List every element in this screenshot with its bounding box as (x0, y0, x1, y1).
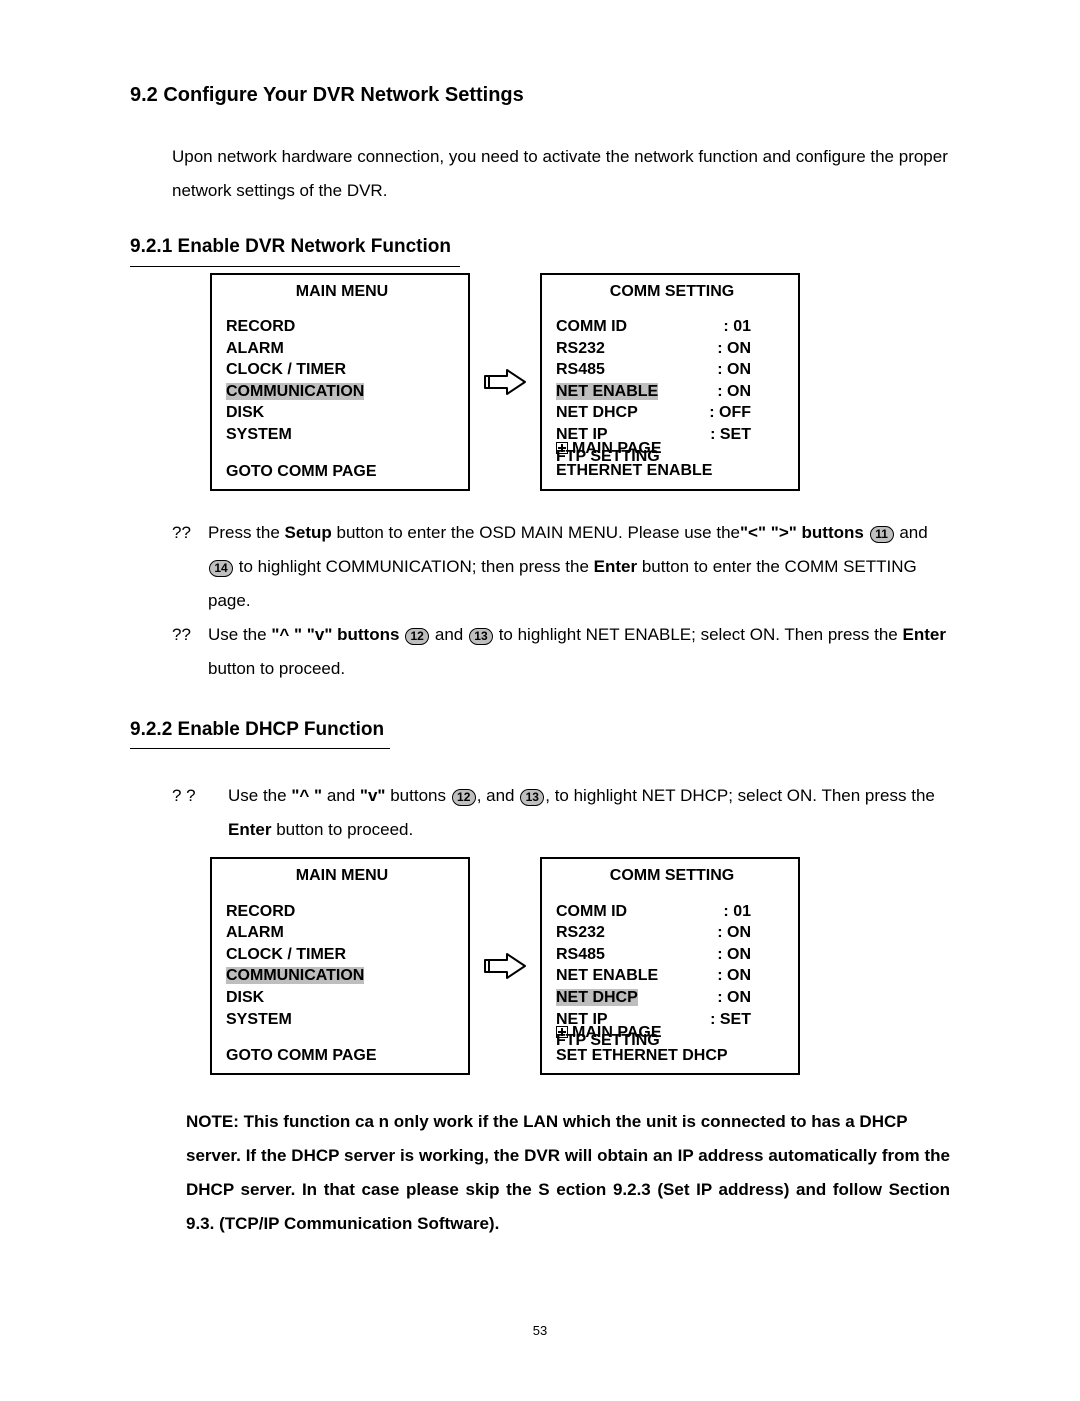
inst-text: and (899, 523, 927, 542)
goto-comm-page: GOTO COMM PAGE (226, 461, 377, 483)
comm-setting-box-2: COMM SETTING COMM ID : 01 RS232 : ON RS485… (540, 857, 800, 1075)
net-ip-val: : SET (710, 424, 751, 446)
comm-setting-box-1: COMM SETTING COMM ID : 01 RS232 : ON RS485… (540, 273, 800, 491)
inst-bold: "v" (360, 786, 386, 805)
menu-item-disk: DISK (226, 402, 458, 424)
ethernet-enable-foot: ETHERNET ENABLE (556, 460, 712, 482)
subsection-heading-921: 9.2.1 Enable DVR Network Function (130, 233, 460, 267)
inst-text: , and (477, 786, 520, 805)
arrow-right-icon (470, 951, 540, 981)
inst-bold: "<" ">" buttons (740, 523, 864, 542)
subsection-heading-922: 9.2.2 Enable DHCP Function (130, 716, 390, 750)
menu-item-record: RECORD (226, 901, 458, 923)
inst-bold: "^ " "v" buttons (271, 625, 399, 644)
comm-setting-title: COMM SETTING (556, 865, 788, 887)
inst-bold: "^ " (291, 786, 322, 805)
main-menu-box-1: MAIN MENU RECORD ALARM CLOCK / TIMER COM… (210, 273, 470, 491)
rs485-label: RS485 (556, 944, 605, 966)
section-heading: 9.2 Configure Your DVR Network Settings (130, 80, 950, 110)
inst-text: , to highlight NET DHCP; select ON. Then… (545, 786, 935, 805)
inst-text: buttons (385, 786, 450, 805)
inst-text: to highlight COMMUNICATION; then press t… (234, 557, 594, 576)
inst-text: button to proceed. (271, 820, 413, 839)
rs485-val: : ON (717, 359, 751, 381)
arrow-right-icon (470, 367, 540, 397)
rs232-label: RS232 (556, 922, 605, 944)
inst-text: and (322, 786, 360, 805)
note-line: server. If the DHCP server is working, t… (186, 1139, 950, 1241)
inst-text: Use the (228, 786, 291, 805)
comm-id-label: COMM ID (556, 901, 627, 923)
rs485-label: RS485 (556, 359, 605, 381)
menu-item-communication-hl: COMMUNICATION (226, 383, 364, 400)
set-ethernet-dhcp-foot: SET ETHERNET DHCP (556, 1045, 728, 1067)
net-dhcp-val: : OFF (709, 402, 751, 424)
inst-bold: Enter (594, 557, 637, 576)
menu-item-alarm: ALARM (226, 922, 458, 944)
comm-id-val: : 01 (723, 901, 751, 923)
inst-text: to highlight NET ENABLE; select ON. Then… (494, 625, 903, 644)
inst-bold: Enter (902, 625, 945, 644)
menu-item-record: RECORD (226, 316, 458, 338)
comm-id-val: : 01 (723, 316, 751, 338)
intro-paragraph: Upon network hardware connection, you ne… (172, 140, 950, 208)
menu-item-clock: CLOCK / TIMER (226, 944, 458, 966)
inst-text: and (430, 625, 468, 644)
net-enable-label-hl: NET ENABLE (556, 383, 658, 400)
menu-diagram-2: MAIN MENU RECORD ALARM CLOCK / TIMER COM… (210, 857, 950, 1075)
bullet-icon: ? ? (172, 779, 228, 847)
net-dhcp-val: : ON (717, 987, 751, 1009)
key-badge-12: 12 (452, 789, 476, 806)
instruction-list-921: ?? Press the Setup button to enter the O… (172, 516, 950, 686)
key-badge-11: 11 (870, 526, 894, 543)
bullet-icon: ?? (172, 618, 208, 686)
menu-item-alarm: ALARM (226, 338, 458, 360)
bullet-icon: ?? (172, 516, 208, 618)
key-badge-14: 14 (209, 560, 233, 577)
menu-diagram-1: MAIN MENU RECORD ALARM CLOCK / TIMER COM… (210, 273, 950, 491)
net-enable-val: : ON (717, 381, 751, 403)
menu-item-system: SYSTEM (226, 424, 458, 446)
main-menu-box-2: MAIN MENU RECORD ALARM CLOCK / TIMER COM… (210, 857, 470, 1075)
comm-setting-title: COMM SETTING (556, 281, 788, 303)
inst-text: Press the (208, 523, 285, 542)
menu-item-clock: CLOCK / TIMER (226, 359, 458, 381)
net-dhcp-label: NET DHCP (556, 402, 638, 424)
note-line: NOTE: This function ca n only work if th… (186, 1112, 908, 1131)
menu-item-disk: DISK (226, 987, 458, 1009)
menu-item-system: SYSTEM (226, 1009, 458, 1031)
inst-bold: Setup (285, 523, 332, 542)
main-menu-title: MAIN MENU (226, 281, 458, 303)
key-badge-13: 13 (520, 789, 544, 806)
main-page-label: MAIN PAGE (572, 1024, 661, 1041)
plus-box-icon (556, 1026, 568, 1038)
plus-box-icon (556, 442, 568, 454)
note-paragraph: NOTE: This function ca n only work if th… (130, 1105, 950, 1241)
net-enable-label: NET ENABLE (556, 965, 658, 987)
rs485-val: : ON (717, 944, 751, 966)
net-dhcp-label-hl: NET DHCP (556, 989, 638, 1006)
inst-text: button to enter the OSD MAIN MENU. Pleas… (332, 523, 740, 542)
net-enable-val: : ON (717, 965, 751, 987)
rs232-label: RS232 (556, 338, 605, 360)
inst-text: Use the (208, 625, 271, 644)
instruction-list-922: ? ? Use the "^ " and "v" buttons 12, and… (172, 779, 950, 847)
key-badge-12: 12 (405, 628, 429, 645)
key-badge-13: 13 (469, 628, 493, 645)
main-menu-title: MAIN MENU (226, 865, 458, 887)
page-number: 53 (130, 1321, 950, 1341)
inst-bold: Enter (228, 820, 271, 839)
rs232-val: : ON (717, 338, 751, 360)
inst-text: button to proceed. (208, 659, 345, 678)
rs232-val: : ON (717, 922, 751, 944)
menu-item-communication-hl: COMMUNICATION (226, 967, 364, 984)
goto-comm-page: GOTO COMM PAGE (226, 1045, 377, 1067)
main-page-label: MAIN PAGE (572, 440, 661, 457)
comm-id-label: COMM ID (556, 316, 627, 338)
